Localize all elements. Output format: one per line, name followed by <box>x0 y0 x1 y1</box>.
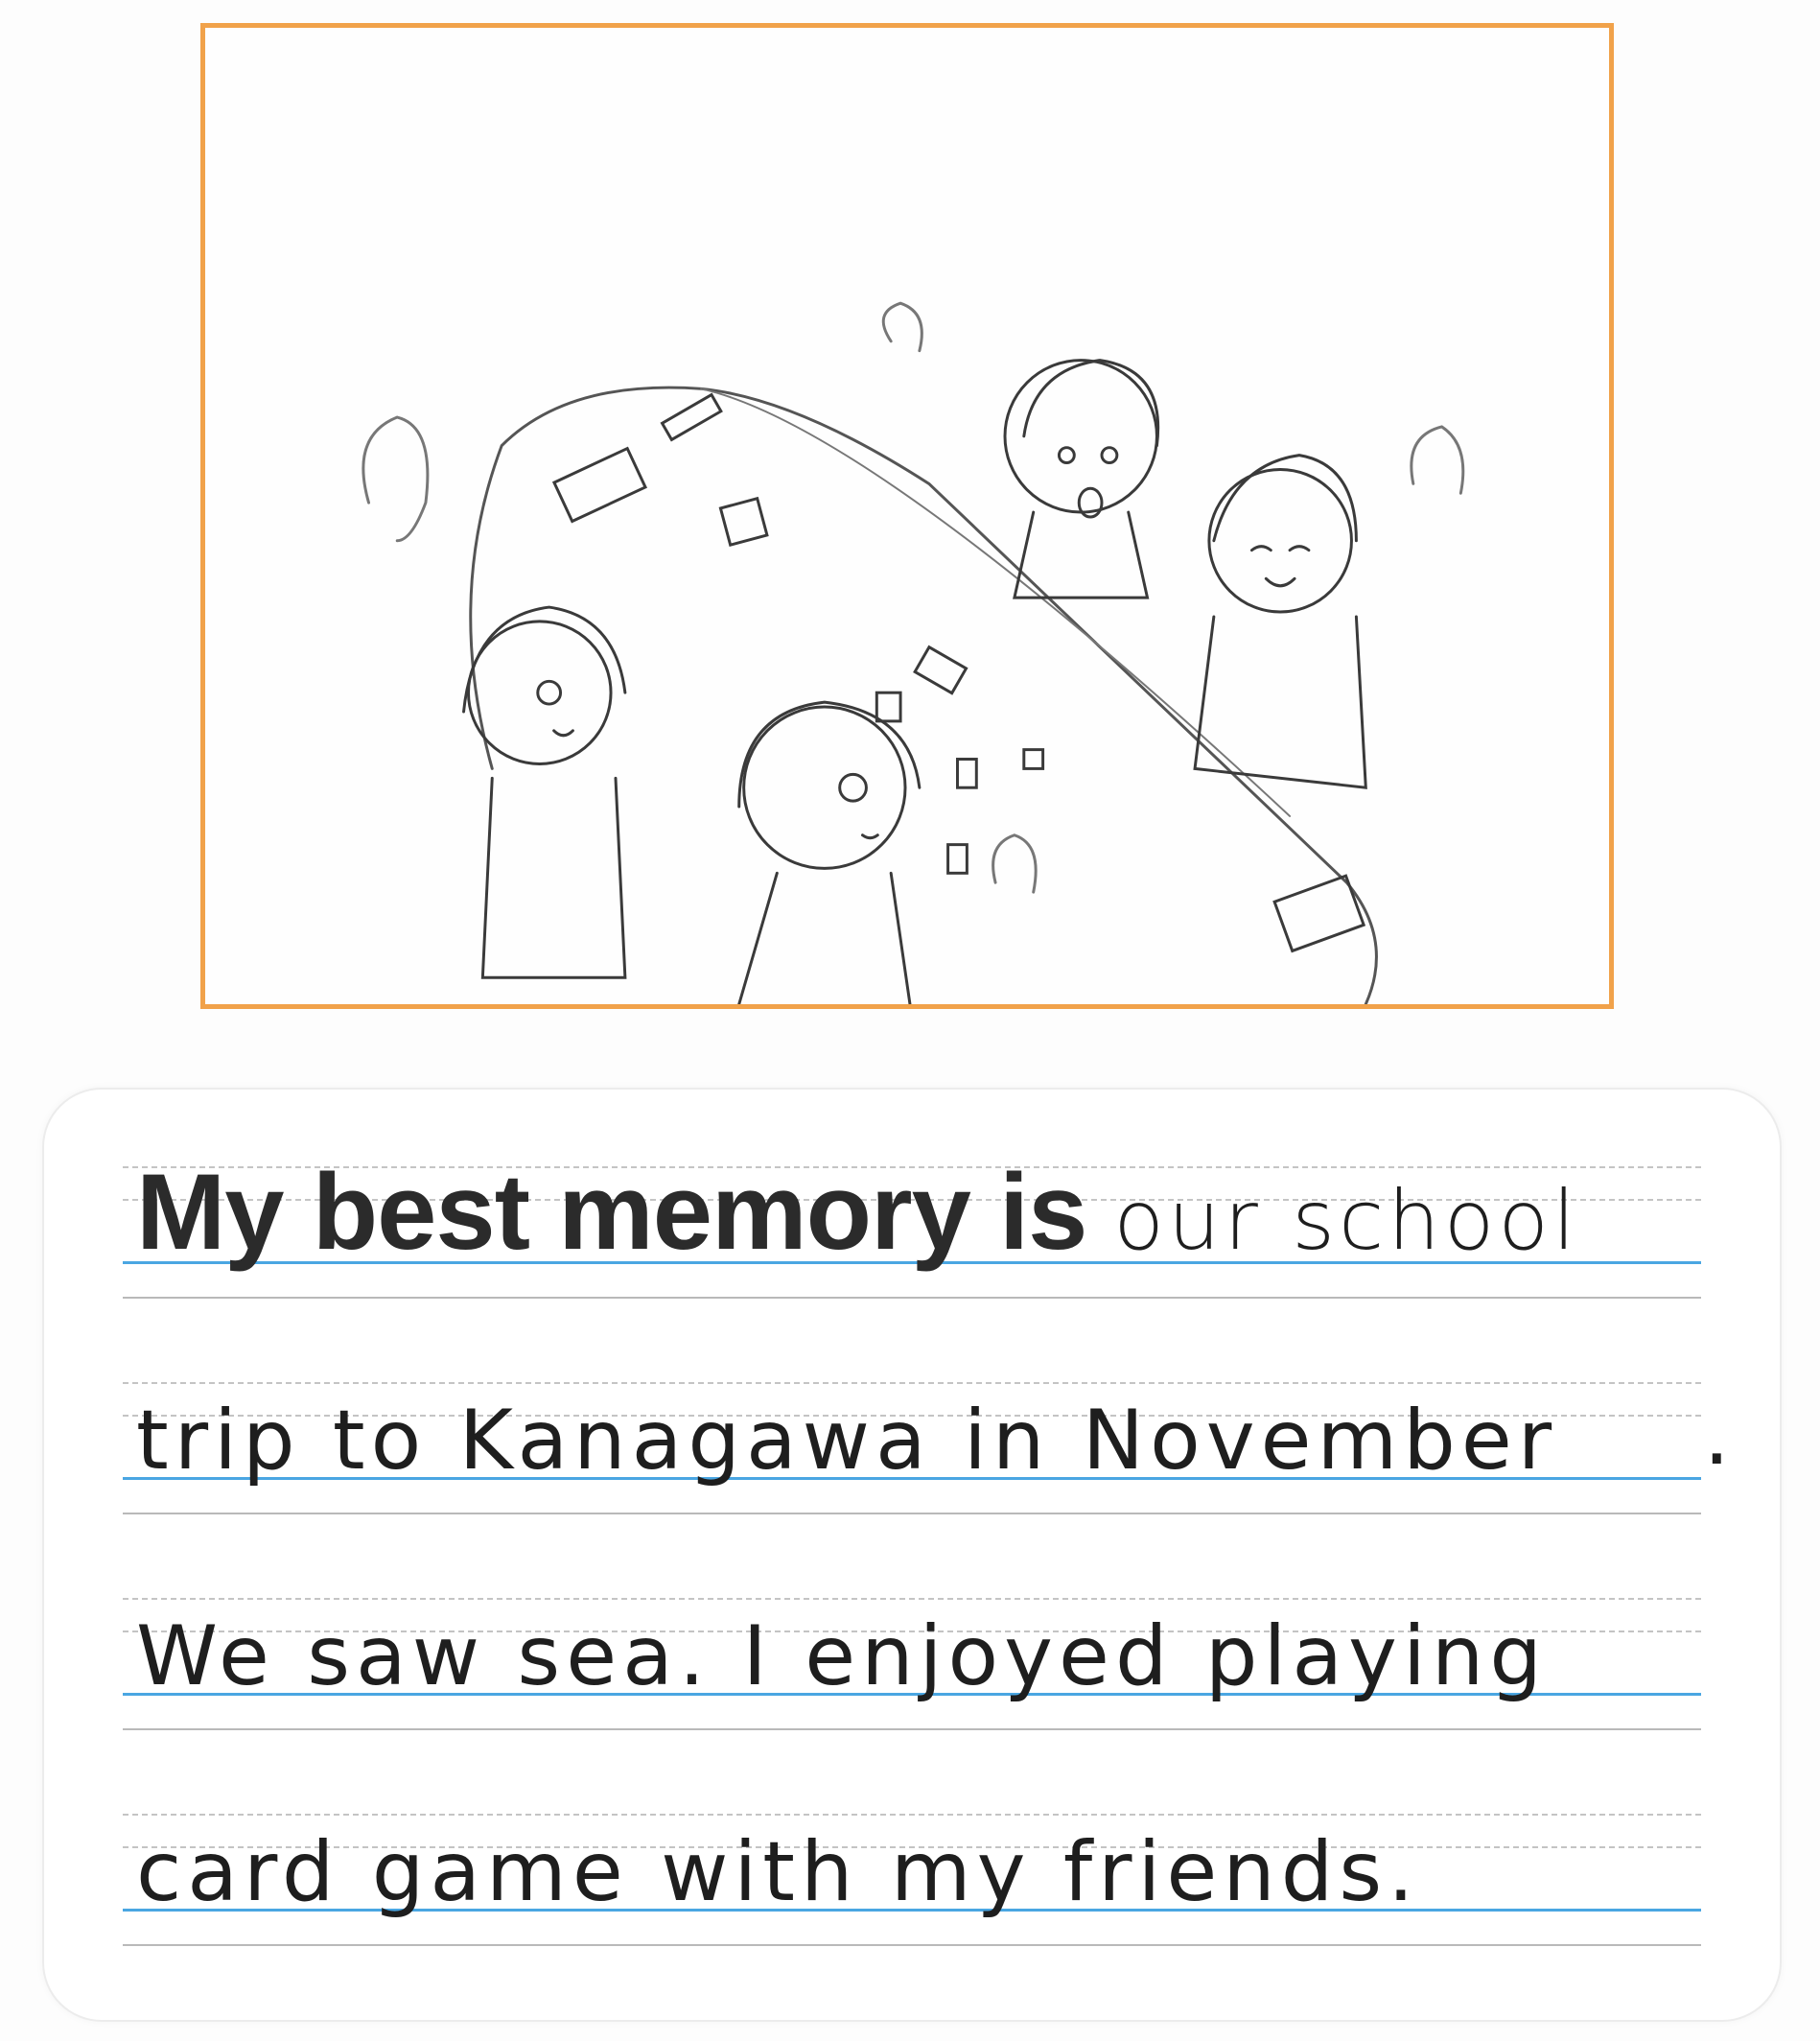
illustration-frame <box>200 23 1614 1009</box>
printed-prompt: My best memory is <box>136 1152 1087 1272</box>
bottom-guide <box>123 1513 1701 1514</box>
writing-line-4: card game with my friends. <box>123 1814 1701 1948</box>
line-4-text: card game with my friends. <box>136 1824 1420 1920</box>
writing-line-1: My best memory is our school <box>123 1159 1701 1301</box>
card-game-sketch <box>362 301 1465 1004</box>
line-2-text: trip to Kanagawa in November <box>136 1393 1558 1489</box>
top-guide <box>123 1598 1701 1600</box>
line-3-text: We saw sea. I enjoyed playing <box>136 1608 1548 1704</box>
line-1-text: My best memory is our school <box>136 1159 1579 1266</box>
writing-line-2: trip to Kanagawa in November . <box>123 1382 1730 1516</box>
bottom-guide <box>123 1297 1701 1299</box>
bottom-guide <box>123 1728 1701 1730</box>
writing-line-3: We saw sea. I enjoyed playing <box>123 1598 1701 1732</box>
top-guide <box>123 1382 1701 1384</box>
line-2-period: . <box>1703 1388 1730 1484</box>
top-guide <box>123 1814 1701 1816</box>
handwritten-continuation: our school <box>1113 1173 1579 1269</box>
bottom-guide <box>123 1944 1701 1946</box>
writing-card: My best memory is our school trip to Kana… <box>44 1090 1780 2020</box>
